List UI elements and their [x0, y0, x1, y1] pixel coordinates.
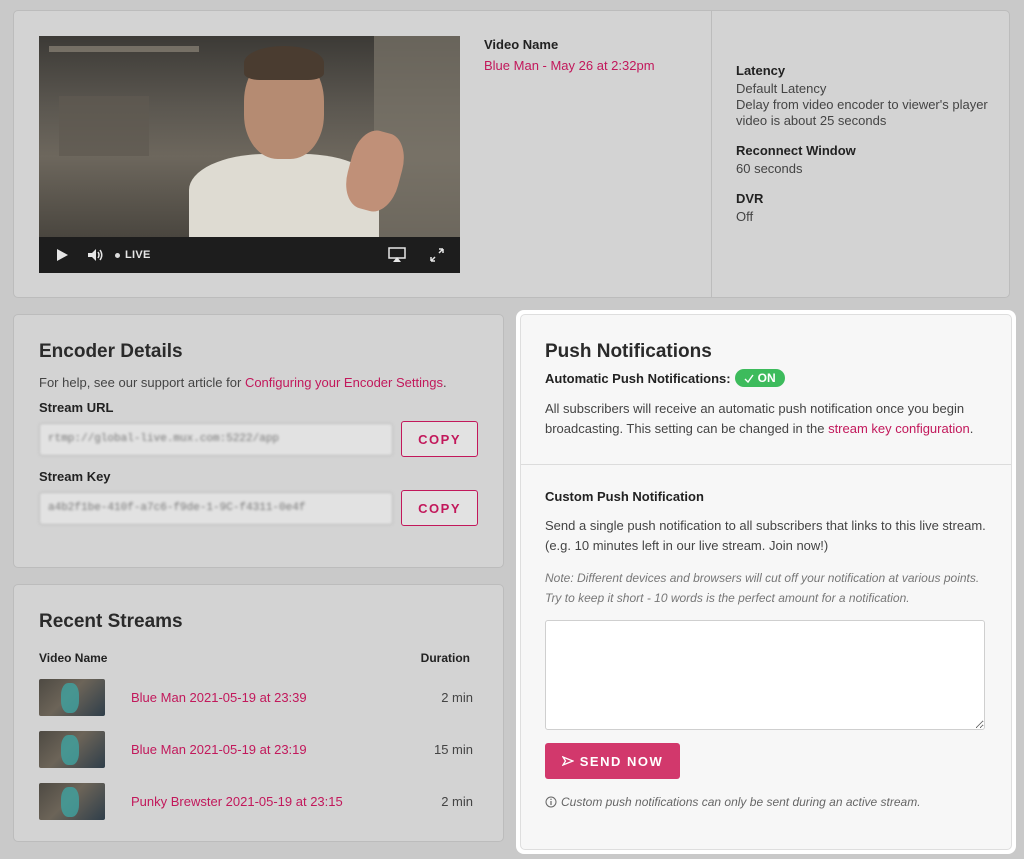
latency-desc-line-2: video is about 25 seconds	[736, 113, 887, 128]
encoder-help-suffix: .	[442, 375, 447, 390]
automatic-push-state: ON	[757, 371, 776, 385]
video-background-window	[59, 96, 149, 156]
table-row: Blue Man 2021-05-19 at 23:19 15 min	[39, 723, 478, 775]
live-indicator: LIVE	[115, 249, 151, 261]
video-controls: LIVE	[39, 237, 460, 273]
setting-latency: Latency Default Latency Delay from video…	[736, 63, 1011, 129]
video-player[interactable]: LIVE	[39, 36, 460, 273]
copy-stream-key-button[interactable]: COPY	[401, 490, 478, 526]
stream-thumbnail[interactable]	[39, 782, 105, 820]
stream-duration: 2 min	[441, 689, 473, 705]
custom-push-info-text: Custom push notifications can only be se…	[561, 795, 921, 809]
setting-reconnect-window: Reconnect Window 60 seconds	[736, 143, 1011, 177]
col-duration: Duration	[420, 651, 470, 665]
stream-url-input[interactable]	[39, 422, 394, 456]
video-name-label: Video Name	[484, 37, 559, 52]
video-frame[interactable]	[39, 36, 460, 244]
automatic-push-label: Automatic Push Notifications:	[545, 370, 731, 386]
info-icon	[545, 796, 557, 808]
stream-settings: Latency Default Latency Delay from video…	[711, 11, 1011, 297]
latency-value: Default Latency	[736, 81, 827, 96]
stream-card: LIVE Video Name Blue Man - May 26 at 2:3…	[13, 10, 1010, 298]
push-notifications-card: Push Notifications Automatic Push Notifi…	[516, 310, 1016, 854]
stream-thumbnail[interactable]	[39, 678, 105, 716]
recent-streams-card: Recent Streams Video Name Duration Blue …	[13, 584, 504, 842]
stream-url-row: COPY	[39, 421, 478, 457]
encoder-help-text: For help, see our support article for Co…	[39, 375, 478, 390]
send-now-label: SEND NOW	[579, 753, 664, 769]
custom-push-section: Custom Push Notification Send a single p…	[521, 465, 1011, 809]
stream-key-label: Stream Key	[39, 469, 111, 484]
airplay-icon[interactable]	[388, 247, 406, 263]
encoder-settings-link[interactable]: Configuring your Encoder Settings	[245, 375, 443, 390]
automatic-push-description: All subscribers will receive an automati…	[545, 399, 987, 439]
stream-key-configuration-link[interactable]: stream key configuration	[828, 421, 970, 436]
automatic-push-section: Push Notifications Automatic Push Notifi…	[521, 315, 1011, 465]
custom-push-info: Custom push notifications can only be se…	[545, 795, 987, 809]
col-video-name: Video Name	[39, 651, 108, 665]
dvr-value: Off	[736, 209, 754, 224]
reconnect-window-value: 60 seconds	[736, 161, 803, 176]
fullscreen-icon[interactable]	[430, 248, 444, 262]
table-row: Punky Brewster 2021-05-19 at 23:15 2 min	[39, 775, 478, 827]
custom-push-note: Note: Different devices and browsers wil…	[545, 571, 980, 605]
automatic-push-desc-suffix: .	[969, 421, 974, 436]
video-name-link[interactable]: Blue Man - May 26 at 2:32pm	[484, 58, 655, 73]
check-icon	[744, 374, 754, 383]
video-person-hair	[244, 46, 324, 80]
reconnect-window-label: Reconnect Window	[736, 143, 856, 158]
push-notifications-panel: Push Notifications Automatic Push Notifi…	[520, 314, 1012, 850]
stream-url-label: Stream URL	[39, 400, 114, 415]
copy-stream-url-button[interactable]: COPY	[401, 421, 478, 457]
custom-push-description: Send a single push notification to all s…	[545, 518, 986, 553]
setting-dvr: DVR Off	[736, 191, 1011, 225]
live-dot-icon	[115, 252, 120, 258]
stream-thumbnail[interactable]	[39, 730, 105, 768]
stream-link[interactable]: Blue Man 2021-05-19 at 23:19	[131, 742, 398, 757]
send-icon	[561, 756, 574, 766]
custom-push-textarea[interactable]	[545, 620, 985, 730]
stream-key-row: COPY	[39, 490, 478, 526]
stream-duration: 15 min	[433, 741, 473, 757]
encoder-help-prefix: For help, see our support article for	[39, 375, 245, 390]
dvr-label: DVR	[736, 191, 764, 206]
automatic-push-row: Automatic Push Notifications: ON	[545, 369, 987, 387]
encoder-details-card: Encoder Details For help, see our suppor…	[13, 314, 504, 568]
volume-icon[interactable]	[87, 248, 105, 262]
send-now-button[interactable]: SEND NOW	[545, 743, 680, 779]
custom-push-title: Custom Push Notification	[545, 489, 704, 504]
latency-label: Latency	[736, 63, 786, 78]
encoder-details-title: Encoder Details	[39, 341, 183, 362]
push-notifications-title: Push Notifications	[545, 341, 712, 362]
video-name-block: Video Name Blue Man - May 26 at 2:32pm	[484, 37, 655, 75]
recent-streams-header: Video Name Duration	[39, 651, 478, 665]
stream-key-input[interactable]	[39, 491, 394, 525]
stream-link[interactable]: Blue Man 2021-05-19 at 23:39	[131, 690, 398, 705]
video-background	[49, 46, 199, 52]
play-icon[interactable]	[55, 248, 69, 262]
recent-streams-title: Recent Streams	[39, 611, 183, 632]
latency-desc-line-1: Delay from video encoder to viewer's pla…	[736, 97, 988, 112]
automatic-push-toggle[interactable]: ON	[734, 369, 785, 387]
table-row: Blue Man 2021-05-19 at 23:39 2 min	[39, 671, 478, 723]
stream-duration: 2 min	[441, 793, 473, 809]
live-label: LIVE	[125, 249, 151, 261]
stream-link[interactable]: Punky Brewster 2021-05-19 at 23:15	[131, 794, 398, 809]
